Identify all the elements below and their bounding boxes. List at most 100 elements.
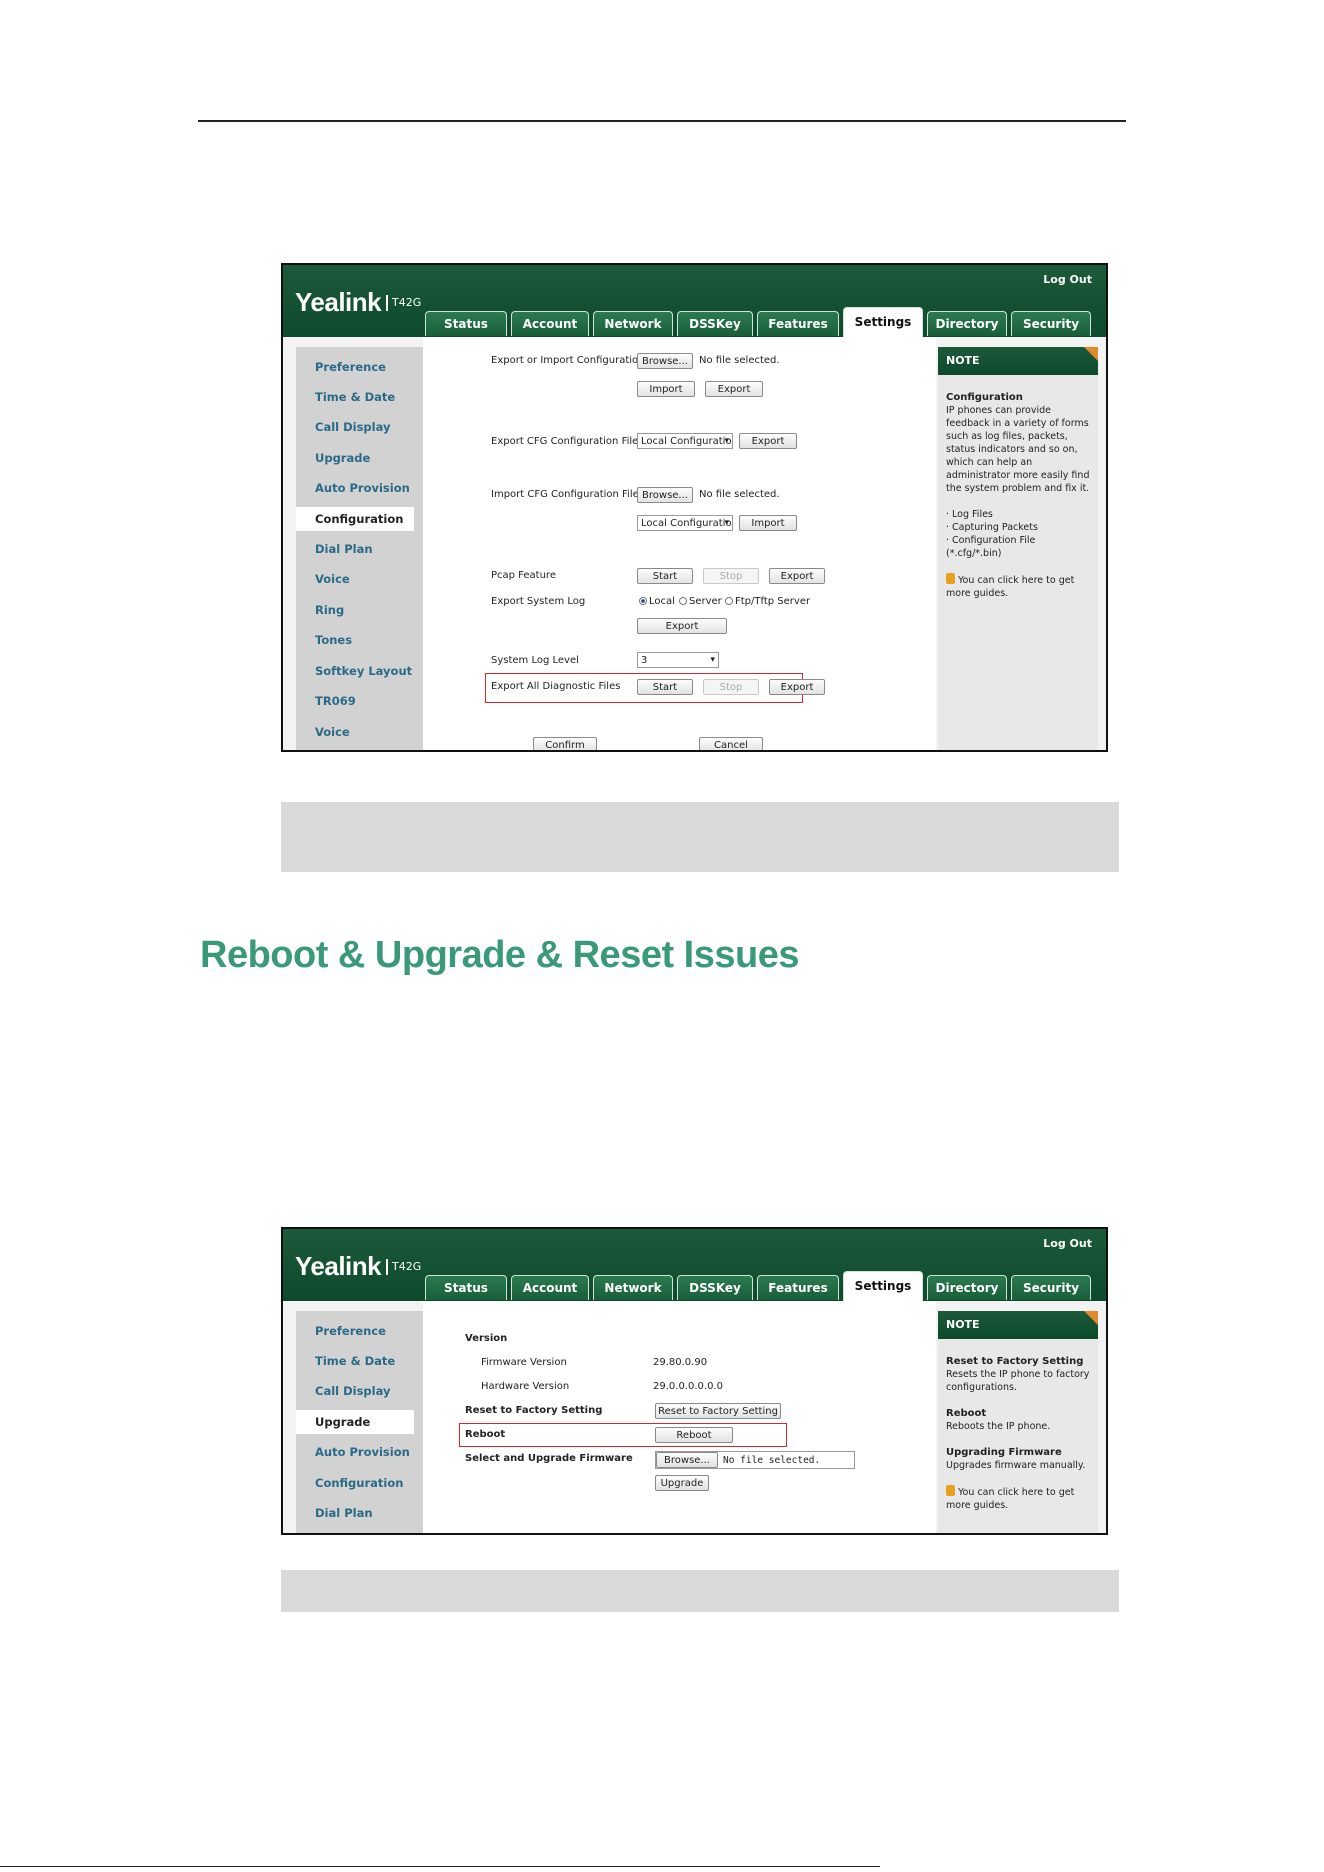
note-heading-firmware: Upgrading Firmware bbox=[946, 1447, 1062, 1458]
logout-link[interactable]: Log Out bbox=[1043, 1237, 1092, 1250]
note-body: Reset to Factory Setting Resets the IP p… bbox=[946, 1355, 1094, 1512]
sidebar-item-preference[interactable]: Preference bbox=[296, 355, 423, 379]
radio-tftp[interactable]: Ftp/Tftp Server bbox=[725, 596, 810, 607]
diag-start-button[interactable]: Start bbox=[637, 679, 693, 695]
logout-link[interactable]: Log Out bbox=[1043, 273, 1092, 286]
firmware-label: Firmware Version bbox=[481, 1357, 567, 1368]
note-text-firmware: Upgrades firmware manually. bbox=[946, 1460, 1086, 1471]
sidebar-item-tones[interactable]: Tones bbox=[296, 628, 423, 652]
log-level-select[interactable]: 3 bbox=[637, 652, 719, 668]
yealink-logo: Yealink bbox=[295, 1251, 382, 1281]
sidebar: Preference Time & Date Call Display Upgr… bbox=[296, 1311, 423, 1533]
no-file-cfg-text: No file selected. bbox=[699, 489, 780, 500]
tab-directory[interactable]: Directory bbox=[927, 1275, 1007, 1300]
reboot-button[interactable]: Reboot bbox=[655, 1427, 733, 1443]
reset-factory-button[interactable]: Reset to Factory Setting bbox=[655, 1403, 781, 1419]
note-bullet: · Log Files bbox=[946, 509, 993, 520]
sidebar-item-configuration[interactable]: Configuration bbox=[296, 507, 414, 531]
tab-status[interactable]: Status bbox=[425, 311, 507, 336]
pcap-start-button[interactable]: Start bbox=[637, 568, 693, 584]
gray-note-bar bbox=[281, 802, 1119, 872]
note-guide-link[interactable]: You can click here to get more guides. bbox=[946, 1487, 1074, 1511]
pcap-stop-button[interactable]: Stop bbox=[703, 568, 759, 584]
sidebar-item-upgrade[interactable]: Upgrade bbox=[296, 1410, 414, 1434]
sidebar-item-time-date[interactable]: Time & Date bbox=[296, 1349, 423, 1373]
browse-cfg-button[interactable]: Browse... bbox=[637, 487, 693, 503]
import-button[interactable]: Import bbox=[637, 381, 695, 397]
hardware-label: Hardware Version bbox=[481, 1381, 570, 1392]
tab-directory[interactable]: Directory bbox=[927, 311, 1007, 336]
tab-network[interactable]: Network bbox=[593, 1275, 673, 1300]
sidebar-item-dial-plan[interactable]: Dial Plan bbox=[296, 537, 423, 561]
web-header: Yealink T42G Log Out Status Account Netw… bbox=[283, 265, 1106, 338]
tab-account[interactable]: Account bbox=[511, 1275, 589, 1300]
tab-status[interactable]: Status bbox=[425, 1275, 507, 1300]
diag-export-button[interactable]: Export bbox=[769, 679, 825, 695]
note-heading: Configuration bbox=[946, 392, 1023, 403]
export-button[interactable]: Export bbox=[705, 381, 763, 397]
tab-network[interactable]: Network bbox=[593, 311, 673, 336]
sidebar-item-voice-monitoring[interactable]: Voice Monitoring bbox=[296, 720, 423, 750]
radio-local[interactable]: Local bbox=[639, 596, 675, 607]
diag-label: Export All Diagnostic Files bbox=[491, 681, 621, 692]
tab-account[interactable]: Account bbox=[511, 311, 589, 336]
sidebar-item-auto-provision[interactable]: Auto Provision bbox=[296, 476, 423, 500]
firmware-browse-button[interactable]: Browse... bbox=[656, 1452, 718, 1468]
cancel-button[interactable]: Cancel bbox=[699, 737, 763, 750]
radio-local-label: Local bbox=[649, 596, 675, 607]
tab-dsskey[interactable]: DSSKey bbox=[677, 311, 753, 336]
sidebar-item-preference[interactable]: Preference bbox=[296, 1319, 423, 1343]
sidebar-item-ring[interactable]: Ring bbox=[296, 598, 423, 622]
note-text: IP phones can provide feedback in a vari… bbox=[946, 405, 1090, 494]
tab-settings[interactable]: Settings bbox=[843, 307, 923, 338]
note-text-reset: Resets the IP phone to factory configura… bbox=[946, 1369, 1090, 1393]
tab-dsskey[interactable]: DSSKey bbox=[677, 1275, 753, 1300]
sidebar-item-call-display[interactable]: Call Display bbox=[296, 1379, 423, 1403]
export-log-button[interactable]: Export bbox=[637, 618, 727, 634]
config-form: Export or Import Configuration Browse...… bbox=[423, 337, 936, 750]
sidebar-item-time-date[interactable]: Time & Date bbox=[296, 385, 423, 409]
import-cfg-select[interactable]: Local Configuration bbox=[637, 515, 733, 531]
tab-features[interactable]: Features bbox=[757, 1275, 839, 1300]
radio-server[interactable]: Server bbox=[679, 596, 722, 607]
sidebar-item-call-display[interactable]: Call Display bbox=[296, 415, 423, 439]
web-header: Yealink T42G Log Out Status Account Netw… bbox=[283, 1229, 1106, 1302]
sidebar-item-auto-provision[interactable]: Auto Provision bbox=[296, 1440, 423, 1464]
sidebar-item-dial-plan[interactable]: Dial Plan bbox=[296, 1501, 423, 1525]
confirm-button[interactable]: Confirm bbox=[533, 737, 597, 750]
upgrade-screenshot: Yealink T42G Log Out Status Account Netw… bbox=[281, 1227, 1108, 1535]
tab-security[interactable]: Security bbox=[1011, 311, 1091, 336]
upgrade-button[interactable]: Upgrade bbox=[655, 1475, 709, 1491]
upgrade-label: Select and Upgrade Firmware bbox=[465, 1453, 633, 1464]
diag-stop-button[interactable]: Stop bbox=[703, 679, 759, 695]
firmware-no-file-text: No file selected. bbox=[723, 1455, 821, 1466]
note-guide-link[interactable]: You can click here to get more guides. bbox=[946, 575, 1074, 599]
note-bullet: · Capturing Packets bbox=[946, 522, 1038, 533]
export-cfg-select[interactable]: Local Configuration bbox=[637, 433, 733, 449]
note-body: Configuration IP phones can provide feed… bbox=[946, 391, 1094, 600]
page-bottom-rule bbox=[0, 1866, 880, 1867]
hardware-value: 29.0.0.0.0.0.0 bbox=[653, 1381, 723, 1392]
note-corner-icon bbox=[1084, 1311, 1098, 1325]
sidebar-item-upgrade[interactable]: Upgrade bbox=[296, 446, 423, 470]
tab-features[interactable]: Features bbox=[757, 311, 839, 336]
reset-label: Reset to Factory Setting bbox=[465, 1405, 603, 1416]
firmware-value: 29.80.0.90 bbox=[653, 1357, 708, 1368]
tab-settings[interactable]: Settings bbox=[843, 1271, 923, 1302]
log-level-label: System Log Level bbox=[491, 655, 579, 666]
browse-button[interactable]: Browse... bbox=[637, 353, 693, 369]
radio-tftp-label: Ftp/Tftp Server bbox=[735, 596, 811, 607]
no-file-text: No file selected. bbox=[699, 355, 780, 366]
version-heading: Version bbox=[465, 1333, 508, 1344]
export-cfg-button[interactable]: Export bbox=[739, 433, 797, 449]
lightbulb-icon bbox=[946, 573, 955, 584]
note-panel: NOTE Configuration IP phones can provide… bbox=[938, 347, 1098, 750]
sidebar-item-voice[interactable]: Voice bbox=[296, 567, 423, 591]
pcap-export-button[interactable]: Export bbox=[769, 568, 825, 584]
sidebar-item-tr069[interactable]: TR069 bbox=[296, 689, 423, 713]
sidebar-item-configuration[interactable]: Configuration bbox=[296, 1471, 423, 1495]
import-cfg-button[interactable]: Import bbox=[739, 515, 797, 531]
tab-security[interactable]: Security bbox=[1011, 1275, 1091, 1300]
sidebar-item-softkey-layout[interactable]: Softkey Layout bbox=[296, 659, 423, 683]
radio-server-label: Server bbox=[689, 596, 722, 607]
